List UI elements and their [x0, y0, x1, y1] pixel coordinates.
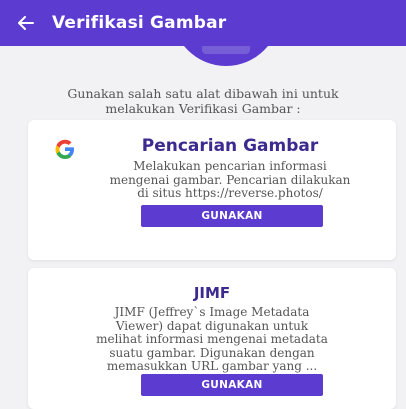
card-description: Melakukan pencarian informasi mengenai g…	[46, 159, 406, 201]
description-line: di situs https://reverse.photos/	[137, 186, 323, 200]
description-line: JIMF (Jeffrey`s Image Metadata	[114, 305, 310, 319]
description-line: memasukkan URL gambar yang ...	[106, 359, 318, 373]
description-line: suatu gambar. Digunakan dengan	[109, 345, 315, 360]
description-line: Melakukan pencarian informasi	[133, 159, 327, 173]
intro-text: Gunakan salah satu alat dibawah ini untu…	[40, 86, 366, 116]
intro-line-1: Gunakan salah satu alat dibawah ini untu…	[67, 86, 339, 101]
use-button[interactable]: GUNAKAN	[141, 205, 323, 227]
tool-card-pencarian-gambar: Pencarian Gambar Melakukan pencarian inf…	[28, 120, 396, 260]
app-bar: Verifikasi Gambar	[0, 0, 406, 46]
arrow-left-icon[interactable]	[0, 0, 52, 46]
use-button[interactable]: GUNAKAN	[141, 374, 323, 396]
card-title: Pencarian Gambar	[141, 136, 319, 156]
card-description: JIMF (Jeffrey`s Image Metadata Viewer) d…	[28, 305, 396, 374]
card-title: JIMF	[193, 284, 231, 302]
page-title: Verifikasi Gambar	[52, 13, 227, 33]
description-line: Viewer) dapat digunakan untuk	[115, 318, 309, 333]
intro-line-2: melakukan Verifikasi Gambar :	[105, 101, 301, 116]
description-line: mengenai gambar. Pencarian dilakukan	[109, 172, 351, 187]
description-line: melihat informasi mengenai metadata	[96, 332, 328, 346]
tool-card-jimf: JIMF JIMF (Jeffrey`s Image Metadata View…	[28, 268, 396, 409]
